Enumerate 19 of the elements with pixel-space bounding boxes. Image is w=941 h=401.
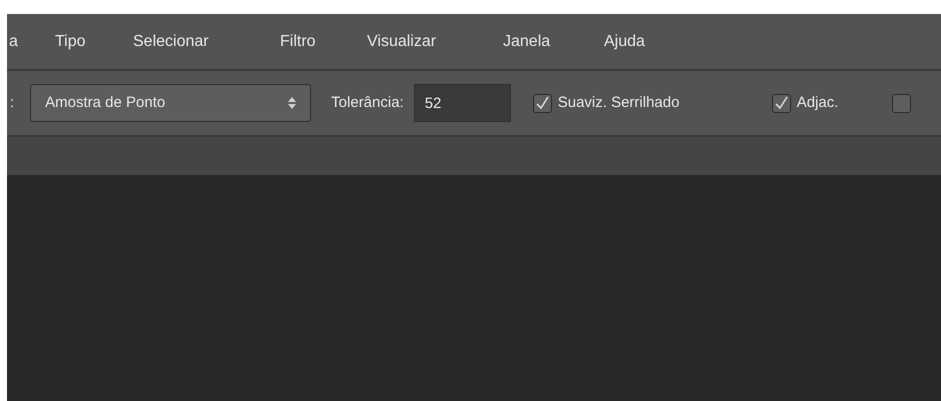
menu-item[interactable]: Visualizar (367, 32, 436, 50)
menu-item[interactable]: Janela (503, 32, 550, 50)
checkmark-icon (534, 96, 550, 110)
menu-item[interactable]: Selecionar (133, 32, 209, 50)
menu-item[interactable]: a (9, 32, 18, 50)
up-down-icon (288, 97, 296, 109)
menu-item[interactable]: Filtro (280, 32, 316, 50)
tolerance-label: Tolerância: (331, 92, 404, 113)
tolerance-input[interactable]: 52 (414, 84, 511, 122)
checkbox[interactable] (532, 94, 552, 112)
checkbox[interactable] (772, 94, 791, 112)
menu-item[interactable]: Ajuda (604, 32, 645, 50)
checkbox[interactable] (892, 94, 911, 112)
label-colon: : (10, 92, 14, 113)
checkbox-label: Adjac. (796, 92, 838, 113)
checkbox-label: Suaviz. Serrilhado (558, 92, 680, 113)
sample-select[interactable]: Amostra de Ponto (30, 84, 312, 122)
checkmark-icon (774, 96, 789, 110)
menu-item[interactable]: Tipo (55, 32, 86, 50)
